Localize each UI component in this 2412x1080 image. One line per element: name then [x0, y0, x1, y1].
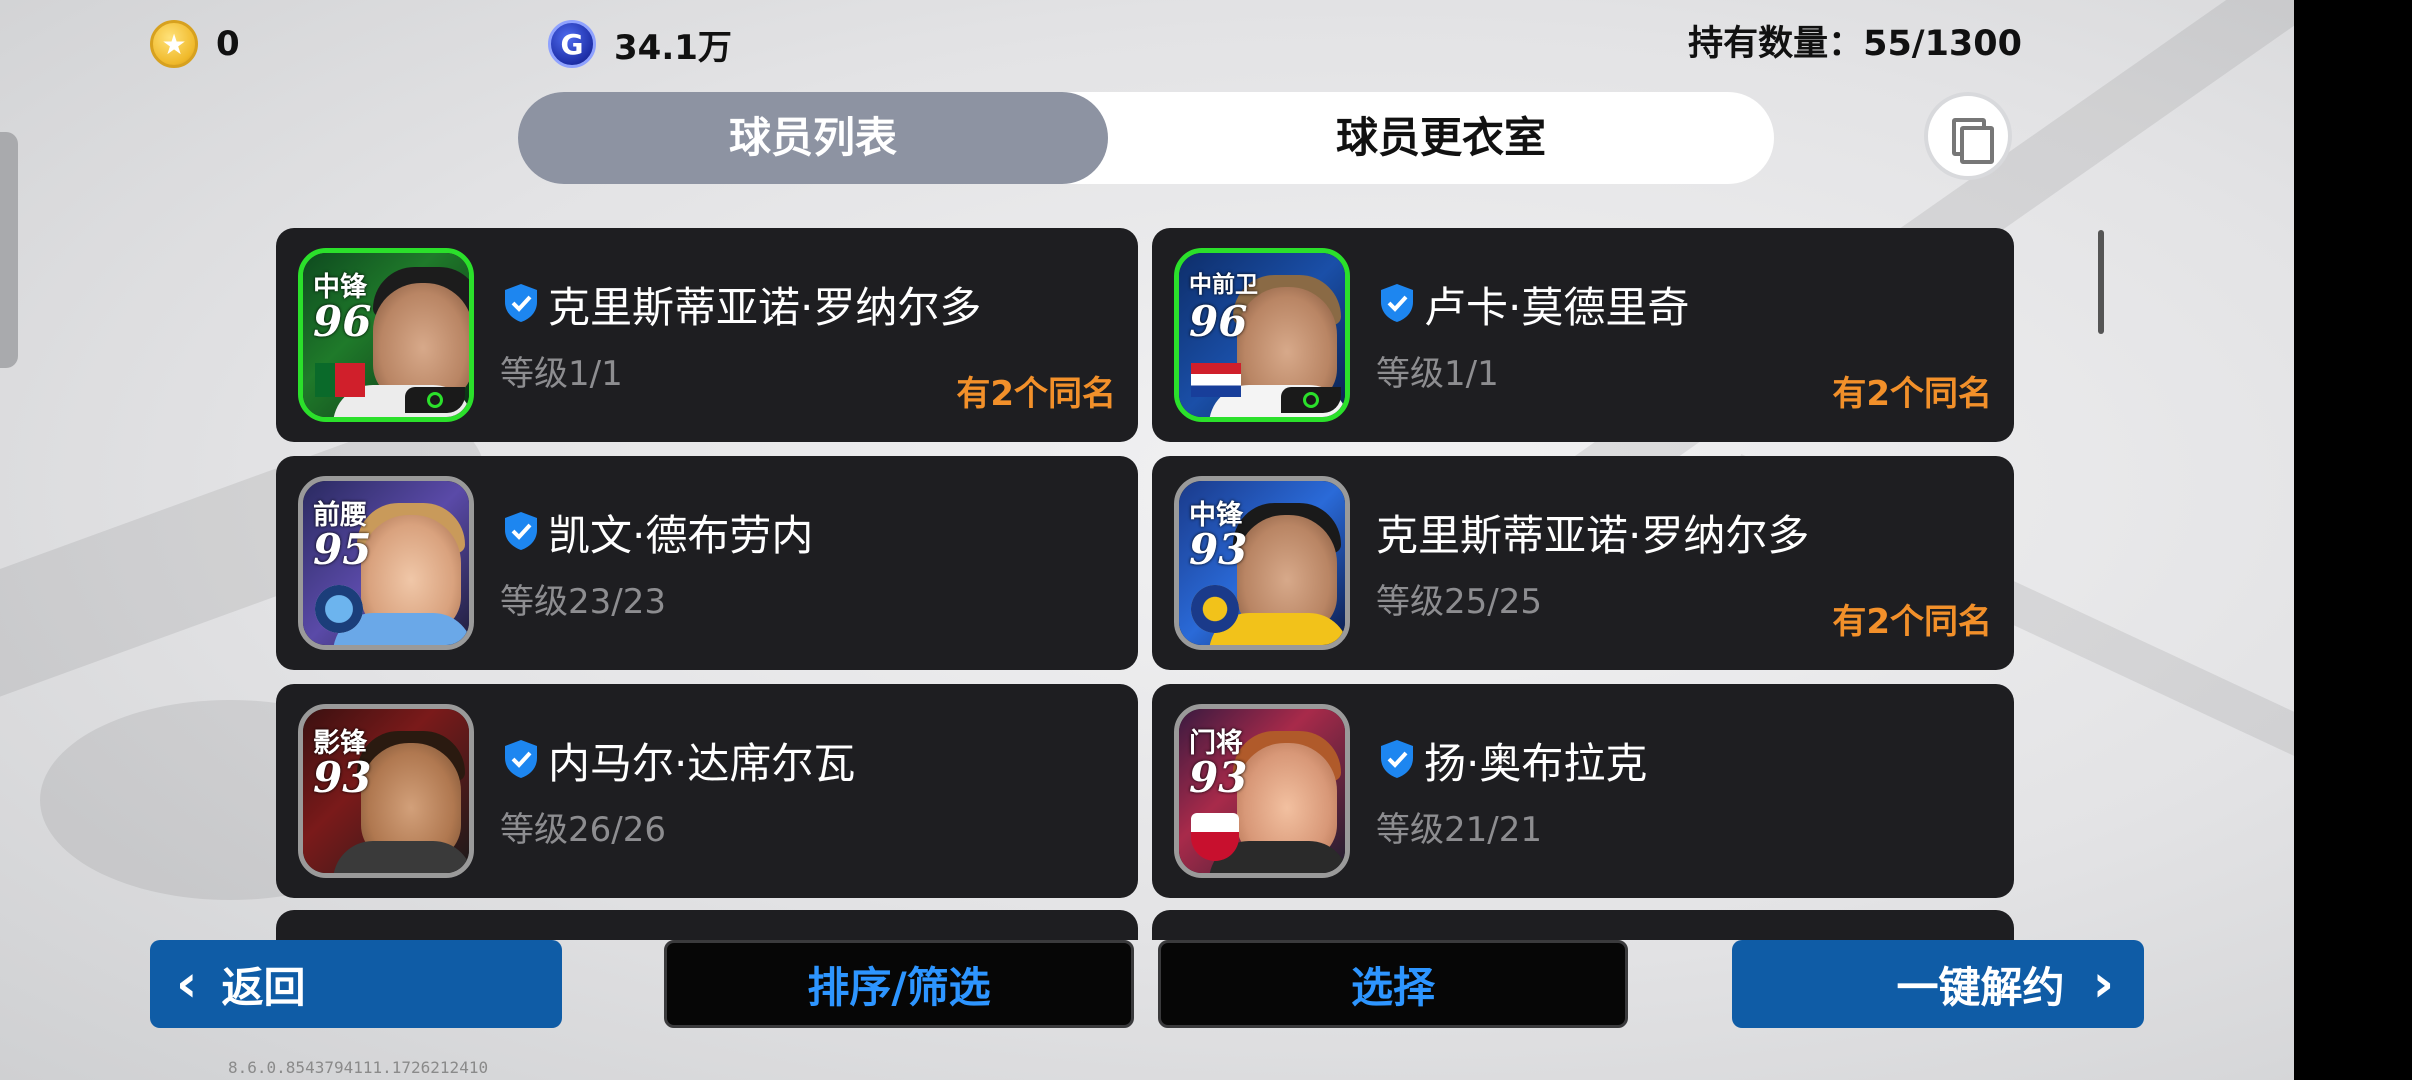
featured-tag-icon: [405, 387, 465, 413]
tab-bar: 球员列表 球员更衣室: [518, 92, 1774, 184]
player-level: 等级21/21: [1376, 810, 1542, 850]
copy-button[interactable]: [1924, 92, 2012, 180]
player-card[interactable]: 中锋 93 克里斯蒂亚诺·罗纳尔多 等级25/25 有2个同名: [1152, 456, 2014, 670]
player-thumbnail: 中锋 96: [298, 248, 474, 422]
back-label: 返回: [221, 962, 306, 1012]
player-rating: 93: [313, 753, 372, 802]
chevron-left-icon: ‹: [176, 954, 198, 1014]
gold-coin-display: ★ 0: [150, 16, 240, 72]
gp-display: G 34.1万: [548, 16, 732, 72]
verified-shield-icon: [505, 512, 537, 550]
back-button[interactable]: ‹ 返回: [150, 940, 562, 1028]
select-label: 选择: [1350, 962, 1435, 1012]
tab-locker-room[interactable]: 球员更衣室: [1108, 92, 1774, 184]
release-all-label: 一键解约: [1896, 962, 2065, 1012]
player-card[interactable]: 前腰 95 凯文·德布劳内 等级23/23: [276, 456, 1138, 670]
player-level: 等级26/26: [500, 810, 666, 850]
gp-value: 34.1万: [614, 27, 732, 68]
player-card-partial[interactable]: [1152, 910, 2014, 940]
verified-shield-icon: [505, 284, 537, 322]
player-name: 内马尔·达席尔瓦: [548, 739, 856, 788]
holding-count: 持有数量：55/1300: [1688, 24, 2022, 64]
gold-coin-value: 0: [216, 24, 240, 64]
verified-shield-icon: [1381, 284, 1413, 322]
star-coin-icon: ★: [150, 20, 198, 68]
featured-tag-icon: [1281, 387, 1341, 413]
screen-edge: [2294, 0, 2412, 1080]
portugal-flag-icon: [315, 363, 365, 397]
club-crest-icon: [1191, 585, 1239, 633]
player-name: 扬·奥布拉克: [1424, 739, 1648, 788]
player-level: 等级23/23: [500, 582, 666, 622]
player-thumbnail: 前腰 95: [298, 476, 474, 650]
player-rating: 93: [1189, 753, 1248, 802]
player-level: 等级25/25: [1376, 582, 1542, 622]
player-thumbnail: 中锋 93: [1174, 476, 1350, 650]
player-level: 等级1/1: [1376, 354, 1499, 394]
chevron-right-icon: ›: [2092, 954, 2114, 1014]
player-thumbnail: 中前卫 96: [1174, 248, 1350, 422]
duplicate-note: 有2个同名: [1832, 602, 1992, 642]
scrollbar[interactable]: [2098, 230, 2104, 334]
player-position: 中前卫: [1189, 272, 1258, 298]
player-rating: 93: [1189, 525, 1248, 574]
player-name: 克里斯蒂亚诺·罗纳尔多: [1376, 511, 1810, 560]
select-button[interactable]: 选择: [1158, 940, 1628, 1028]
player-thumbnail: 门将 93: [1174, 704, 1350, 878]
player-rating: 96: [1189, 297, 1248, 346]
duplicate-note: 有2个同名: [1832, 374, 1992, 414]
version-text: 8.6.0.8543794111.1726212410: [228, 1058, 489, 1077]
sort-filter-button[interactable]: 排序/筛选: [664, 940, 1134, 1028]
duplicate-note: 有2个同名: [956, 374, 1116, 414]
player-rating: 96: [313, 297, 372, 346]
croatia-flag-icon: [1191, 363, 1241, 397]
g-coin-icon: G: [548, 20, 596, 68]
release-all-button[interactable]: 一键解约 ›: [1732, 940, 2144, 1028]
player-card[interactable]: 门将 93 扬·奥布拉克 等级21/21: [1152, 684, 2014, 898]
side-drawer-handle[interactable]: [0, 132, 18, 368]
club-crest-icon: [315, 585, 363, 633]
verified-shield-icon: [505, 740, 537, 778]
player-card[interactable]: 影锋 93 内马尔·达席尔瓦 等级26/26: [276, 684, 1138, 898]
player-card[interactable]: 中锋 96 克里斯蒂亚诺·罗纳尔多 等级1/1 有2个同名: [276, 228, 1138, 442]
player-name: 克里斯蒂亚诺·罗纳尔多: [548, 283, 982, 332]
club-crest-icon: [1191, 813, 1239, 861]
verified-shield-icon: [1381, 740, 1413, 778]
player-card-partial[interactable]: [276, 910, 1138, 940]
player-level: 等级1/1: [500, 354, 623, 394]
player-name: 凯文·德布劳内: [548, 511, 814, 560]
player-thumbnail: 影锋 93: [298, 704, 474, 878]
player-rating: 95: [313, 525, 372, 574]
tab-player-list[interactable]: 球员列表: [518, 92, 1108, 184]
player-name: 卢卡·莫德里奇: [1424, 283, 1690, 332]
player-card[interactable]: 中前卫 96 卢卡·莫德里奇 等级1/1 有2个同名: [1152, 228, 2014, 442]
sort-filter-label: 排序/筛选: [807, 962, 991, 1012]
copy-icon-front: [1960, 126, 1994, 164]
